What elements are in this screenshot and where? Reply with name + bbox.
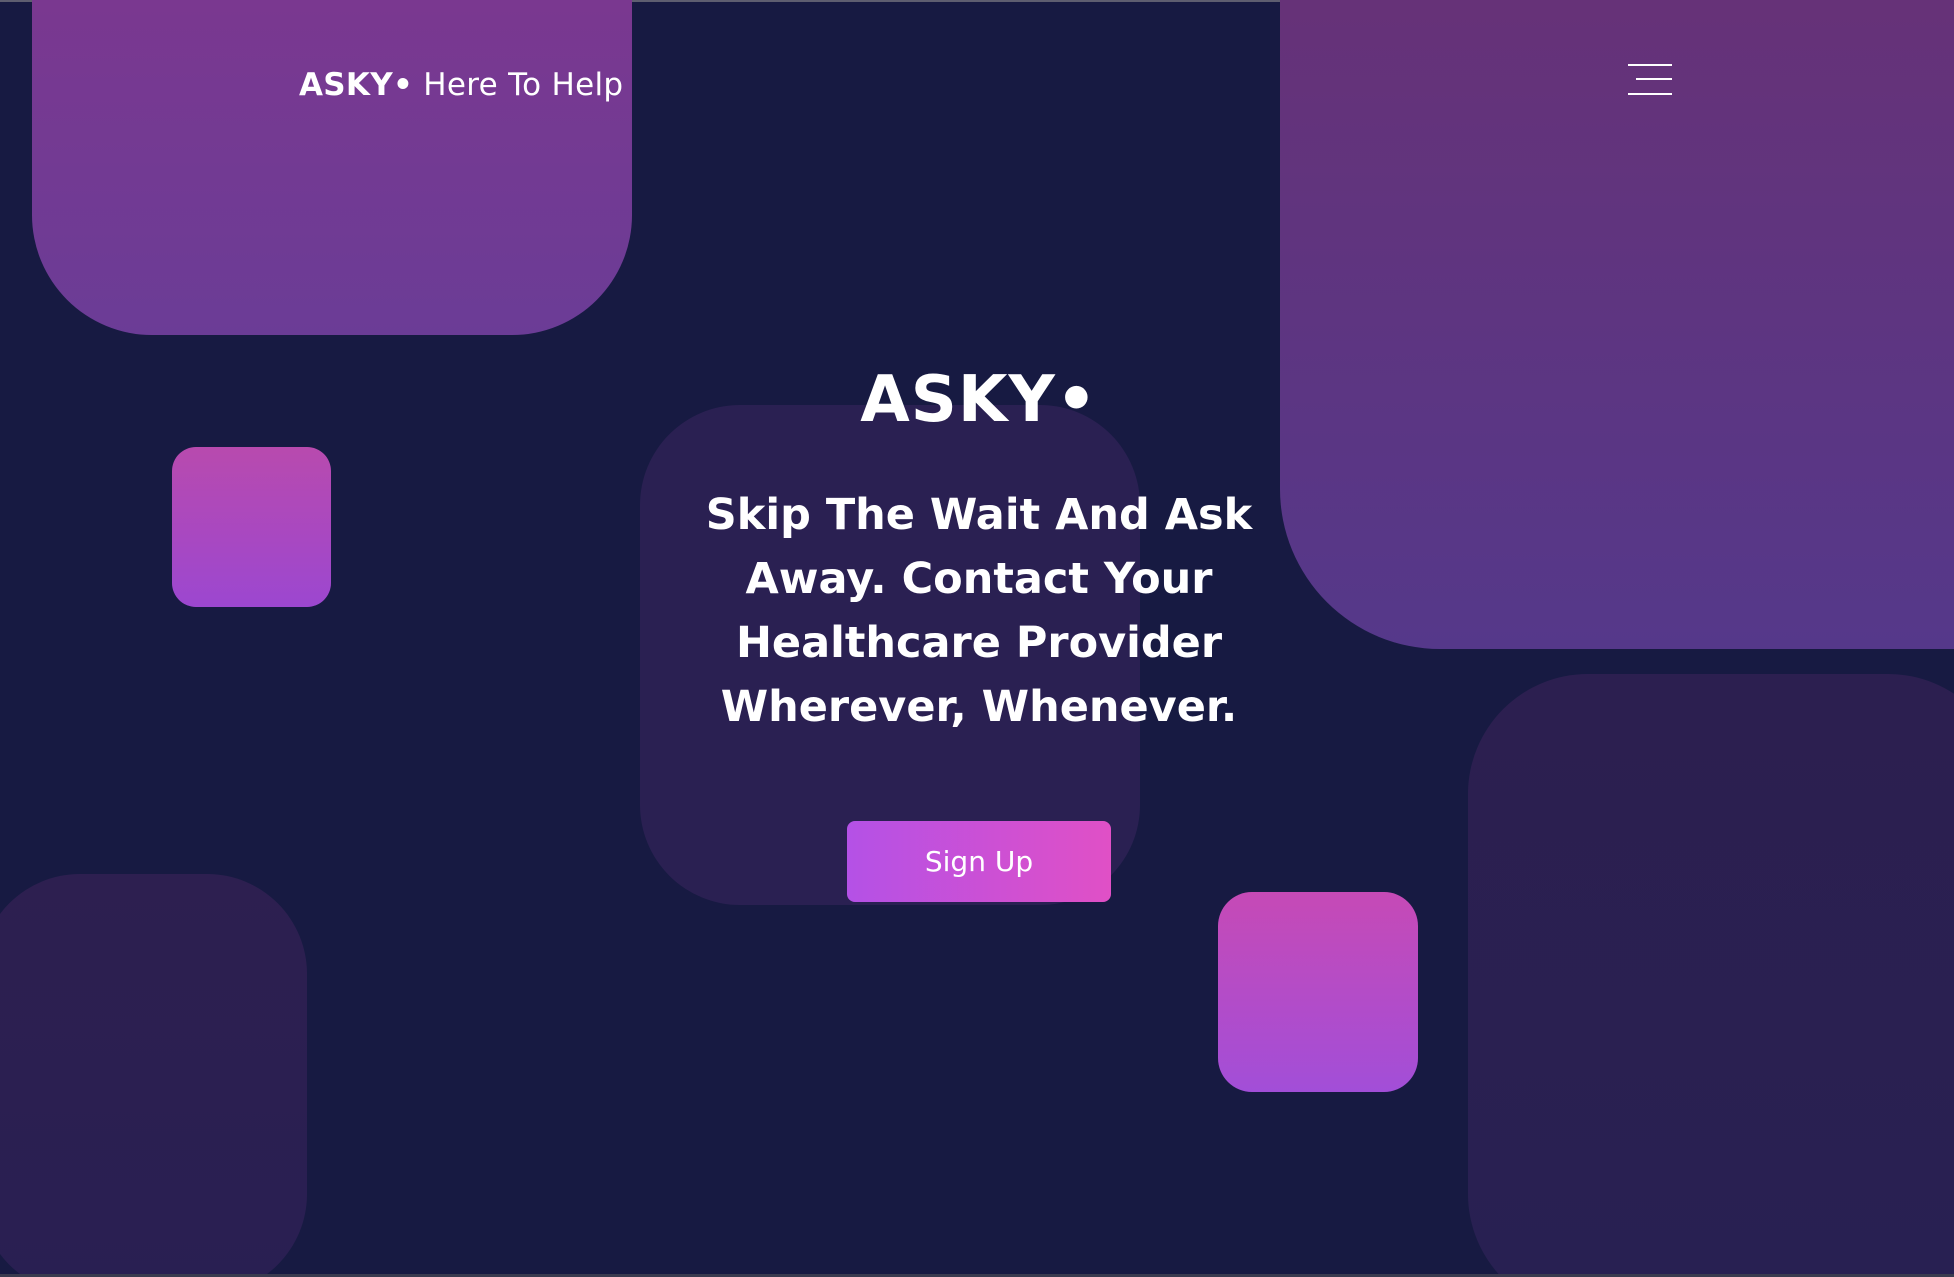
landing-page: ASKY• Here To Help ASKY• Skip The Wait A… — [0, 0, 1954, 1277]
sign-up-button[interactable]: Sign Up — [847, 821, 1111, 902]
decorative-shape-top-right — [1280, 0, 1954, 649]
menu-line-middle — [1636, 78, 1672, 80]
brand-name: ASKY• — [299, 67, 414, 103]
menu-line-bottom — [1628, 93, 1672, 95]
header-brand[interactable]: ASKY• Here To Help — [299, 63, 623, 107]
brand-tagline: Here To Help — [423, 67, 624, 103]
decorative-shape-bottom-right — [1468, 674, 1954, 1277]
decorative-square-left — [172, 447, 331, 607]
decorative-shape-bottom-left — [0, 874, 307, 1277]
hero-headline: Skip The Wait And Ask Away. Contact Your… — [705, 490, 1253, 732]
decorative-shape-top-left — [32, 0, 632, 335]
hero-logo: ASKY• — [860, 363, 1098, 437]
hamburger-menu-icon[interactable] — [1624, 60, 1672, 100]
hero-section: ASKY• Skip The Wait And Ask Away. Contac… — [627, 355, 1331, 739]
decorative-square-right — [1218, 892, 1418, 1092]
menu-line-top — [1628, 64, 1672, 66]
